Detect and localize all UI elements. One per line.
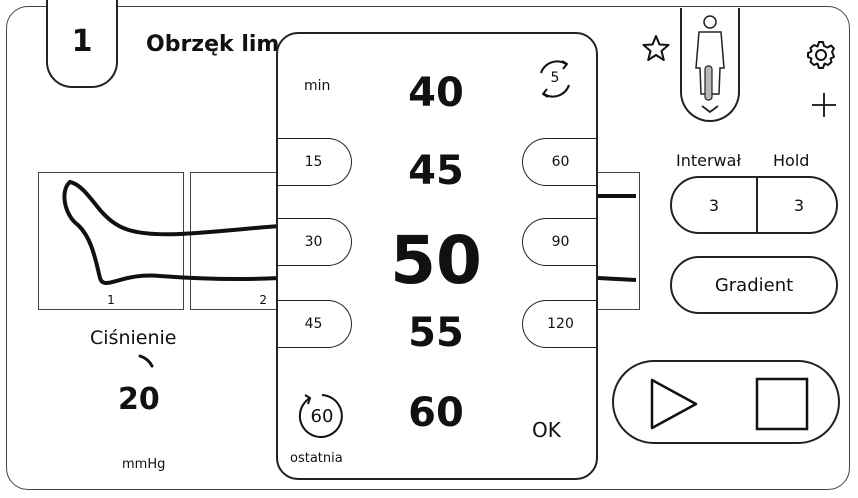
last-value-label: ostatnia	[290, 451, 343, 466]
preset-90-label: 90	[551, 234, 570, 250]
picker-value-45[interactable]: 45	[376, 148, 496, 194]
hold-value-button[interactable]: 3	[758, 178, 840, 232]
picker-value-60[interactable]: 60	[376, 390, 496, 436]
preset-45-button[interactable]: 45	[278, 300, 352, 348]
last-value: 60	[310, 406, 334, 427]
preset-90-button[interactable]: 90	[522, 218, 596, 266]
preset-30-label: 30	[304, 234, 323, 250]
preset-60-label: 60	[551, 154, 570, 170]
pressure-value: 20	[118, 382, 160, 417]
gradient-button[interactable]: Gradient	[670, 256, 838, 314]
picker-value-40[interactable]: 40	[376, 70, 496, 116]
interval-value: 3	[708, 195, 720, 215]
interval-hold-group: 3 3	[670, 176, 838, 234]
preset-45-label: 45	[304, 316, 323, 332]
star-icon[interactable]	[642, 34, 670, 62]
picker-value-55[interactable]: 55	[376, 310, 496, 356]
last-value-button[interactable]: 60	[296, 390, 348, 442]
preset-30-button[interactable]: 30	[278, 218, 352, 266]
interval-label: Interwał	[676, 151, 741, 170]
gear-icon[interactable]	[806, 40, 836, 70]
pressure-label: Ciśnienie	[90, 327, 177, 349]
picker-value-50-selected[interactable]: 50	[368, 222, 504, 299]
interval-value-button[interactable]: 3	[672, 178, 756, 232]
plus-icon[interactable]	[811, 92, 837, 118]
gradient-label: Gradient	[714, 274, 794, 296]
pressure-unit: mmHg	[122, 457, 166, 472]
duration-picker-dialog: min 5 40 45 50 55 60 15 30 45 60 90 120 …	[276, 32, 598, 480]
hold-value: 3	[793, 195, 805, 215]
play-icon[interactable]	[648, 376, 700, 432]
play-stop-group	[612, 360, 840, 444]
pressure-gauge-arc	[138, 354, 154, 368]
preset-15-label: 15	[304, 154, 323, 170]
preset-15-button[interactable]: 15	[278, 138, 352, 186]
preset-60-button[interactable]: 60	[522, 138, 596, 186]
stop-icon[interactable]	[754, 376, 810, 432]
repeat-button[interactable]: 5	[532, 56, 578, 102]
picker-unit-label: min	[304, 78, 331, 94]
body-figure-icon	[695, 15, 725, 114]
repeat-value: 5	[550, 70, 560, 86]
hold-label: Hold	[773, 151, 810, 170]
preset-120-label: 120	[547, 316, 574, 332]
chevron-down-icon	[701, 105, 719, 114]
preset-120-button[interactable]: 120	[522, 300, 596, 348]
ok-button[interactable]: OK	[532, 418, 561, 442]
body-selector[interactable]	[680, 8, 740, 122]
